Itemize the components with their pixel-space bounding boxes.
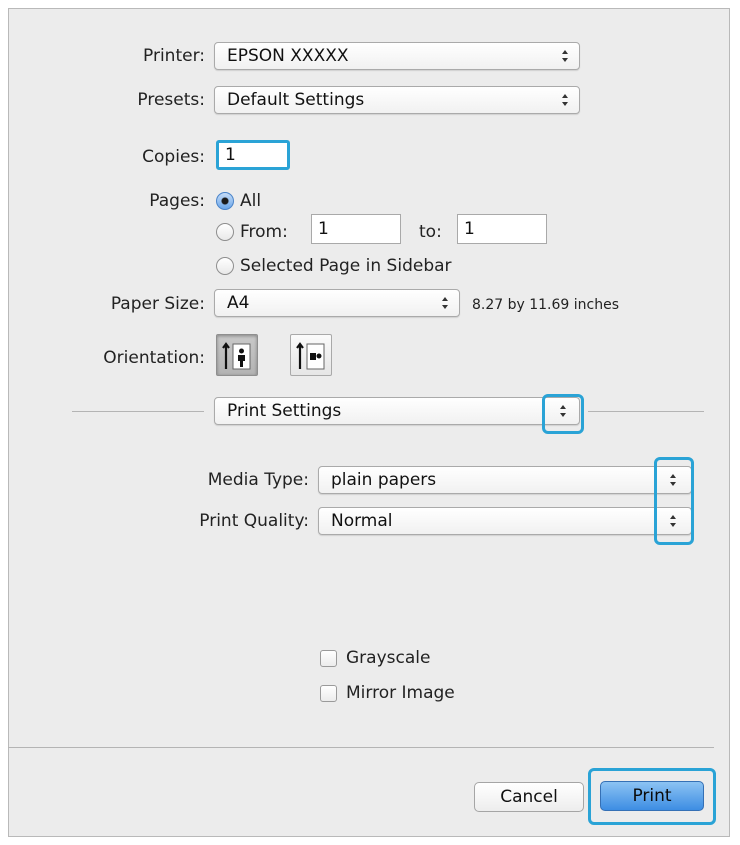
- pages-from-label: From:: [240, 222, 288, 242]
- printer-value: EPSON XXXXX: [227, 46, 349, 66]
- print-button[interactable]: Print: [600, 781, 704, 811]
- print-settings-highlight: [542, 394, 584, 434]
- pages-selected-label: Selected Page in Sidebar: [240, 256, 452, 276]
- media-quality-highlight: [654, 457, 694, 545]
- popup-arrows-icon: [559, 43, 571, 69]
- paper-dimensions: 8.27 by 11.69 inches: [472, 297, 620, 313]
- print-quality-label: Print Quality:: [199, 511, 309, 531]
- presets-label: Presets:: [137, 90, 205, 110]
- printer-popup[interactable]: EPSON XXXXX: [214, 42, 580, 70]
- portrait-icon: [222, 342, 251, 370]
- cancel-button[interactable]: Cancel: [474, 782, 584, 812]
- paper-size-label: Paper Size:: [110, 294, 205, 314]
- pages-selected-radio[interactable]: [216, 257, 234, 275]
- print-quality-popup[interactable]: Normal: [318, 507, 692, 535]
- landscape-icon: [296, 342, 325, 370]
- presets-value: Default Settings: [227, 90, 365, 110]
- pages-from-radio[interactable]: [216, 223, 234, 241]
- copies-field[interactable]: 1: [216, 140, 290, 170]
- mirror-image-checkbox[interactable]: [320, 685, 337, 702]
- separator-left: [72, 411, 204, 412]
- print-quality-value: Normal: [331, 511, 393, 531]
- pages-all-label: All: [240, 191, 262, 211]
- pages-all-radio[interactable]: [216, 192, 234, 210]
- media-type-popup[interactable]: plain papers: [318, 466, 692, 494]
- separator-right: [588, 411, 704, 412]
- media-type-value: plain papers: [331, 470, 437, 490]
- pages-to-label: to:: [419, 222, 442, 242]
- pages-to-field[interactable]: 1: [457, 214, 547, 244]
- paper-size-popup[interactable]: A4: [214, 289, 460, 317]
- mirror-image-label: Mirror Image: [346, 683, 455, 703]
- bottom-separator: [8, 747, 714, 748]
- grayscale-checkbox[interactable]: [320, 650, 337, 667]
- pages-label: Pages:: [149, 191, 205, 211]
- presets-popup[interactable]: Default Settings: [214, 86, 580, 114]
- pages-from-field[interactable]: 1: [311, 214, 401, 244]
- print-settings-popup[interactable]: Print Settings: [214, 397, 580, 425]
- orientation-portrait-button[interactable]: [216, 334, 258, 376]
- paper-size-value: A4: [227, 293, 250, 313]
- popup-arrows-icon: [439, 290, 451, 316]
- orientation-label: Orientation:: [103, 348, 205, 368]
- popup-arrows-icon: [559, 87, 571, 113]
- orientation-landscape-button[interactable]: [290, 334, 332, 376]
- grayscale-label: Grayscale: [346, 648, 431, 668]
- print-settings-value: Print Settings: [227, 401, 342, 421]
- media-type-label: Media Type:: [207, 470, 309, 490]
- copies-label: Copies:: [142, 147, 205, 167]
- printer-label: Printer:: [143, 46, 205, 66]
